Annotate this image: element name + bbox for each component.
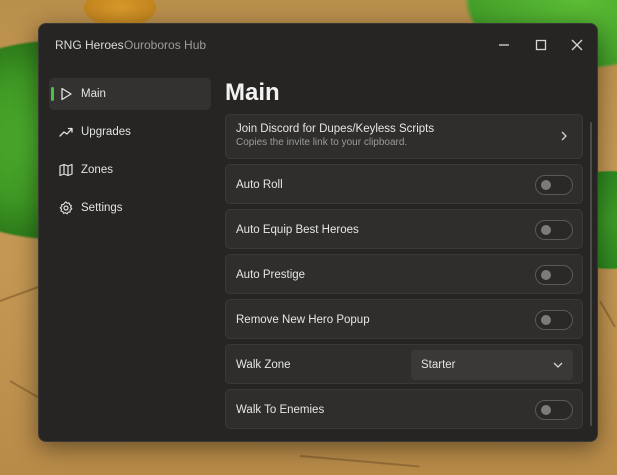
hub-window: RNG Heroes Ouroboros Hub Main Upgrades Z… (38, 23, 598, 442)
dropdown-label: Walk Zone (236, 359, 291, 371)
minimize-icon (499, 44, 509, 46)
play-icon (61, 87, 72, 101)
close-icon (571, 39, 583, 51)
toggle-label: Remove New Hero Popup (236, 314, 370, 326)
page-title: Main (225, 79, 280, 106)
toggle-knob (541, 405, 551, 415)
toggle-knob (541, 270, 551, 280)
walk-to-enemies-toggle[interactable] (535, 400, 573, 420)
auto-roll-row: Auto Roll (225, 164, 583, 204)
gear-icon (59, 201, 73, 215)
chevron-down-icon (553, 362, 563, 368)
sidebar-item-settings[interactable]: Settings (49, 192, 211, 224)
sidebar-item-upgrades[interactable]: Upgrades (49, 116, 211, 148)
toggle-knob (541, 315, 551, 325)
sidebar-item-label: Upgrades (81, 126, 131, 138)
background-crack (599, 300, 616, 328)
minimize-button[interactable] (495, 36, 513, 54)
remove-popup-row: Remove New Hero Popup (225, 299, 583, 339)
toggle-label: Walk To Enemies (236, 404, 325, 416)
map-icon (59, 163, 73, 177)
sidebar: Main Upgrades Zones Settings (49, 78, 211, 230)
sidebar-item-label: Zones (81, 164, 113, 176)
walk-to-enemies-row: Walk To Enemies (225, 389, 583, 429)
auto-roll-toggle[interactable] (535, 175, 573, 195)
remove-popup-toggle[interactable] (535, 310, 573, 330)
window-subtitle: Ouroboros Hub (124, 38, 207, 52)
sidebar-item-label: Settings (81, 202, 123, 214)
sidebar-item-main[interactable]: Main (49, 78, 211, 110)
close-button[interactable] (568, 36, 586, 54)
toggle-knob (541, 180, 551, 190)
walk-zone-dropdown[interactable]: Starter (411, 350, 573, 380)
chevron-right-icon (561, 131, 567, 141)
background-crack (299, 455, 420, 468)
toggle-label: Auto Roll (236, 179, 283, 191)
toggle-label: Auto Equip Best Heroes (236, 224, 359, 236)
dropdown-value: Starter (421, 359, 456, 371)
trending-up-icon (59, 127, 73, 137)
discord-description: Copies the invite link to your clipboard… (236, 137, 408, 148)
title-bar[interactable]: RNG Heroes Ouroboros Hub (39, 24, 597, 66)
discord-button[interactable]: Join Discord for Dupes/Keyless Scripts C… (225, 114, 583, 159)
walk-zone-row: Walk Zone Starter (225, 344, 583, 384)
sidebar-item-zones[interactable]: Zones (49, 154, 211, 186)
auto-equip-toggle[interactable] (535, 220, 573, 240)
auto-prestige-row: Auto Prestige (225, 254, 583, 294)
auto-prestige-toggle[interactable] (535, 265, 573, 285)
auto-equip-row: Auto Equip Best Heroes (225, 209, 583, 249)
active-indicator (51, 87, 54, 101)
toggle-knob (541, 225, 551, 235)
sidebar-item-label: Main (81, 88, 106, 100)
maximize-icon (535, 39, 547, 51)
scrollbar[interactable] (590, 122, 592, 426)
toggle-label: Auto Prestige (236, 269, 306, 281)
discord-label: Join Discord for Dupes/Keyless Scripts (236, 123, 435, 135)
window-title: RNG Heroes (55, 38, 124, 52)
maximize-button[interactable] (532, 36, 550, 54)
main-content: Join Discord for Dupes/Keyless Scripts C… (225, 114, 583, 434)
